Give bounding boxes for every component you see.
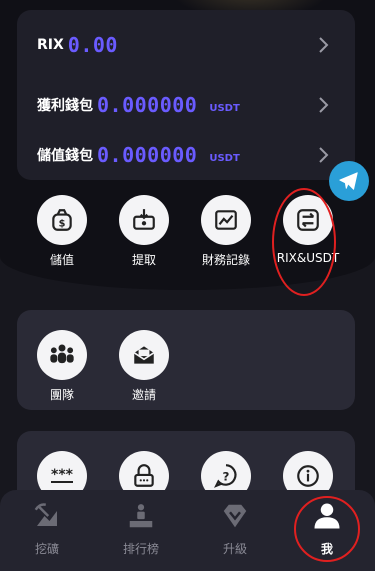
action-label: 提取 [131,253,156,267]
withdraw-button[interactable]: 提取 [103,195,185,275]
highlight-circle [294,496,360,562]
team-icon [37,330,87,380]
tab-upgrade[interactable]: 升級 [188,498,282,557]
svg-text:***: *** [51,467,74,483]
gem-icon [217,498,253,534]
wallet-unit: USDT [209,102,240,114]
telegram-icon [339,172,358,190]
deposit-button[interactable]: $ 儲值 [21,195,103,275]
chevron-right-icon [319,147,329,163]
tab-mining[interactable]: 挖礦 [0,498,94,557]
wallet-amount: 0.00 [67,33,118,57]
invite-button[interactable]: 邀請 [103,330,185,410]
wallet-amount: 0.000000 [97,143,198,167]
tab-leaderboard[interactable]: 排行榜 [94,498,188,557]
svg-text:$: $ [59,219,66,230]
chart-icon [201,195,251,245]
wallet-row-deposit[interactable]: 儲值錢包 0.000000 USDT [17,140,355,170]
chevron-right-icon [319,37,329,53]
wallet-label: 獲利錢包 [37,98,93,114]
wallet-card: RIX 0.00 獲利錢包 0.000000 USDT 儲值錢包 0.00000… [17,10,355,180]
wallet-unit: USDT [209,152,240,164]
wallet-label: RIX [37,37,64,53]
action-label: 邀請 [131,388,156,402]
action-label: 團隊 [49,388,74,402]
svg-text:?: ? [223,469,230,483]
chevron-right-icon [319,97,329,113]
wallet-row-profit[interactable]: 獲利錢包 0.000000 USDT [17,90,355,120]
highlight-circle [272,188,336,296]
invite-icon [119,330,169,380]
mining-icon [29,498,65,534]
money-bag-icon: $ [37,195,87,245]
team-panel: 團隊 邀請 [17,310,355,410]
podium-icon [123,498,159,534]
action-label: 儲值 [49,253,74,267]
tab-label: 升級 [222,542,247,556]
finance-records-button[interactable]: 財務記錄 [185,195,267,275]
withdraw-icon [119,195,169,245]
wallet-amount: 0.000000 [97,93,198,117]
wallet-row-rix[interactable]: RIX 0.00 [17,30,355,60]
team-button[interactable]: 團隊 [21,330,103,410]
tab-label: 挖礦 [34,542,59,556]
action-label: 財務記錄 [201,253,250,267]
tab-label: 排行榜 [122,542,159,556]
wallet-label: 儲值錢包 [37,148,93,164]
